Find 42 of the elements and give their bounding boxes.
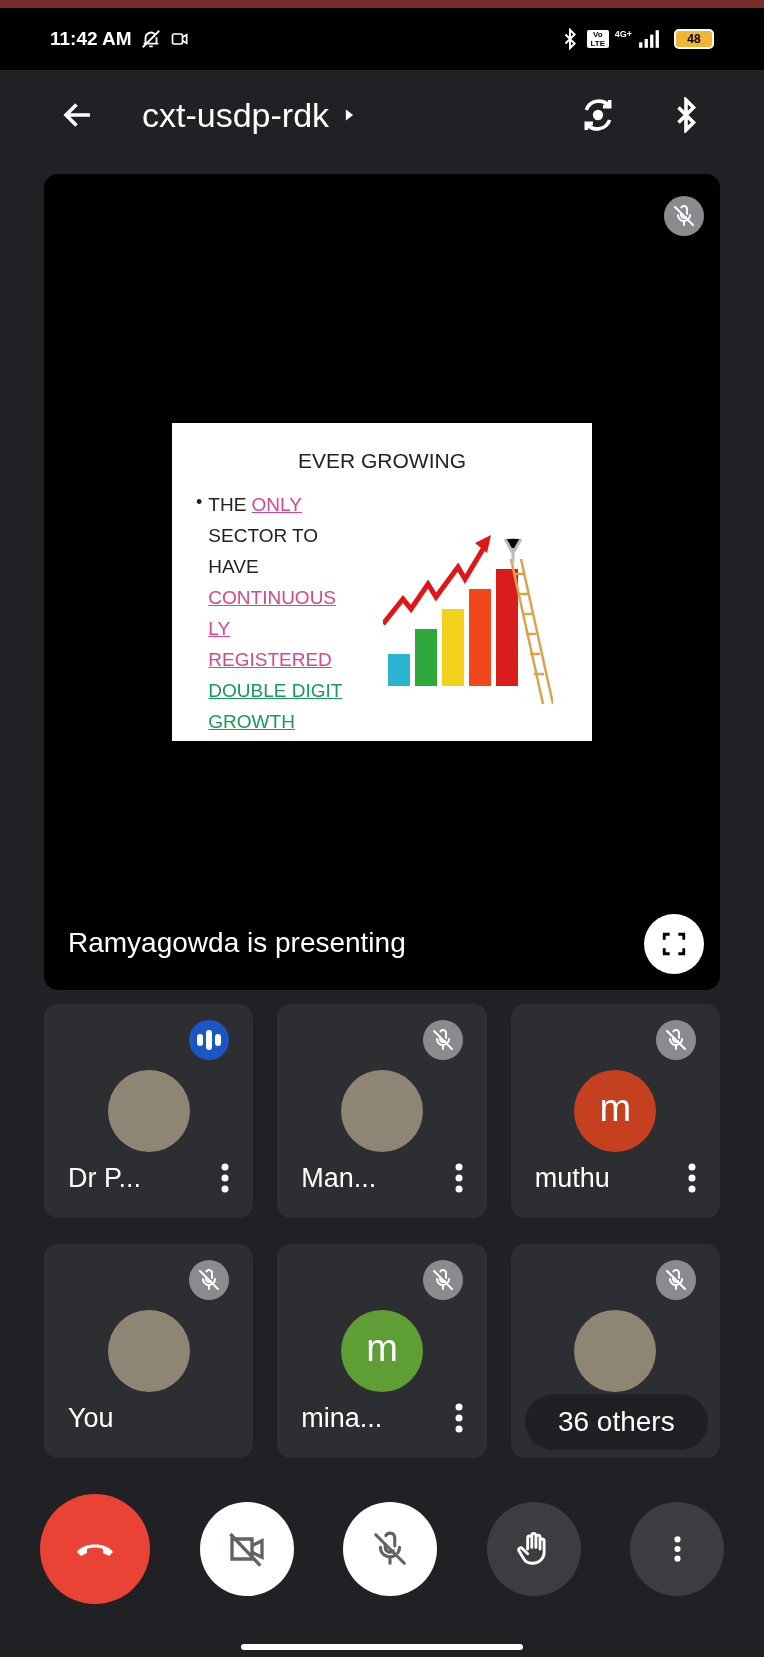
participant-name: muthu [534,1161,610,1195]
bell-off-icon [139,28,162,50]
caret-icon[interactable] [345,108,355,122]
fullscreen-icon [661,931,687,957]
participant-tile[interactable]: Man... [277,1004,487,1218]
participant-name: Man... [301,1161,377,1195]
more-options-icon[interactable] [688,1163,696,1193]
network-type: 4G+ [614,28,632,41]
bullet-mark: • [196,490,203,514]
chart-bar [388,653,411,686]
mic-off-icon [672,204,696,228]
mic-off-icon [664,1028,688,1052]
participant-tile[interactable]: You [44,1244,254,1458]
volte-badge: Vo LTE [586,30,609,48]
mic-off-icon [371,1530,409,1568]
participant-tile[interactable]: 36 others [510,1244,720,1458]
mic-off-icon [664,1268,688,1292]
avatar-initial: m [341,1310,423,1392]
participant-tile[interactable]: m mina... [277,1244,487,1458]
others-count-chip[interactable]: 36 others [524,1394,708,1450]
battery-percentage: 48 [687,31,701,48]
slide-title: EVER GROWING [298,448,466,475]
fullscreen-button[interactable] [644,914,704,974]
mic-off-icon [430,1028,455,1052]
meeting-title[interactable]: cxt-usdp-rdk [142,89,330,141]
bullet-text: THE ONLY SECTOR TO HAVE CONTINUOUS LY REGISTERED DOUBLE DIGIT GROWTH [208,492,344,734]
more-options-icon[interactable] [221,1163,230,1193]
participant-tile[interactable]: m muthu [510,1004,720,1218]
status-time: 11:42 AM [50,26,132,51]
more-options-icon[interactable] [454,1403,463,1433]
participant-name: You [68,1401,114,1435]
avatar-initial: m [574,1070,657,1152]
presenting-caption: Ramyagowda is presenting [68,926,406,960]
mic-off-icon [197,1268,222,1292]
signal-icon [638,30,660,48]
more-options-icon [673,1535,681,1563]
participant-name: mina... [301,1401,383,1435]
participant-name: Dr P... [68,1161,142,1195]
mic-off-icon [430,1268,455,1292]
participant-tile[interactable]: Dr P... [44,1004,254,1218]
more-options-icon[interactable] [454,1163,463,1193]
chart-bar [415,628,438,686]
